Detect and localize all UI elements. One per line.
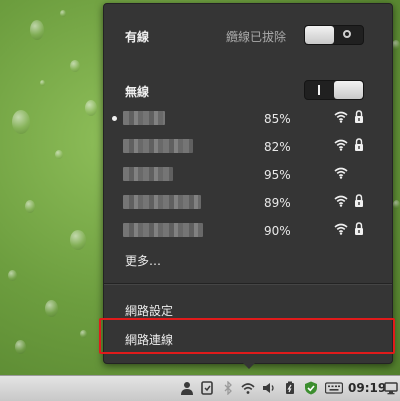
- water-drop: [12, 110, 30, 134]
- lock-icon: [355, 194, 363, 207]
- signal-strength: 89%: [264, 196, 291, 210]
- wired-section-title: 有線: [125, 30, 150, 44]
- signal-strength: 90%: [264, 224, 291, 238]
- volume-icon[interactable]: [262, 381, 276, 395]
- switch-knob: [305, 26, 334, 44]
- water-drop: [393, 200, 400, 209]
- network-name: [123, 111, 165, 125]
- connected-indicator: [112, 116, 117, 121]
- lock-icon: [355, 110, 363, 123]
- annotation-highlight-box: [99, 318, 395, 354]
- water-drop: [55, 150, 63, 159]
- wireless-section-title: 無線: [125, 85, 150, 99]
- network-row[interactable]: 85%: [104, 105, 392, 133]
- lock-icon: [355, 222, 363, 235]
- menu-pointer: [241, 361, 257, 369]
- water-drop: [40, 80, 45, 86]
- water-drop: [70, 60, 80, 72]
- network-row[interactable]: 82%: [104, 133, 392, 161]
- shield-icon[interactable]: [304, 381, 318, 395]
- signal-strength: 82%: [264, 140, 291, 154]
- signal-strength: 95%: [264, 168, 291, 182]
- menu-divider: [104, 283, 392, 285]
- clock[interactable]: 09:19: [348, 381, 386, 395]
- wireless-toggle-switch[interactable]: [304, 80, 364, 100]
- water-drop: [85, 100, 97, 116]
- user-icon[interactable]: [180, 381, 194, 395]
- wifi-signal-icon: [334, 167, 348, 179]
- keyboard-icon[interactable]: [325, 381, 343, 395]
- wifi-signal-icon: [334, 195, 348, 207]
- wifi-signal-icon: [334, 111, 348, 123]
- water-drop: [30, 20, 44, 40]
- water-drop: [70, 230, 86, 250]
- clipboard-icon[interactable]: [200, 381, 214, 395]
- network-menu: 有線 纜線已拔除 無線 85% 82% 95% 89% 90% 更多… 網路設定…: [103, 3, 393, 364]
- water-drop: [60, 10, 66, 17]
- switch-on-mark: [318, 85, 320, 95]
- bluetooth-icon[interactable]: [221, 381, 235, 395]
- wifi-signal-icon: [334, 139, 348, 151]
- water-drop: [25, 200, 35, 213]
- water-drop: [80, 330, 87, 338]
- more-networks-item[interactable]: 更多…: [125, 252, 161, 269]
- signal-strength: 85%: [264, 112, 291, 126]
- water-drop: [15, 340, 26, 354]
- wired-toggle-switch[interactable]: [304, 25, 364, 45]
- switch-off-mark: [343, 30, 351, 38]
- network-name: [123, 139, 193, 153]
- network-row[interactable]: 95%: [104, 161, 392, 189]
- display-icon[interactable]: [384, 381, 398, 395]
- network-name: [123, 223, 203, 237]
- wifi-signal-icon: [334, 223, 348, 235]
- network-settings-item[interactable]: 網路設定: [125, 302, 173, 319]
- taskbar: 09:19: [0, 375, 400, 401]
- network-name: [123, 195, 201, 209]
- water-drop: [45, 300, 58, 317]
- water-drop: [8, 270, 17, 281]
- lock-icon: [355, 138, 363, 151]
- network-icon[interactable]: [241, 381, 255, 395]
- network-name: [123, 167, 173, 181]
- battery-icon[interactable]: [283, 381, 297, 395]
- network-row[interactable]: 90%: [104, 217, 392, 245]
- switch-knob: [334, 81, 363, 99]
- water-drop: [392, 40, 400, 50]
- wired-status-text: 纜線已拔除: [226, 30, 287, 44]
- network-row[interactable]: 89%: [104, 189, 392, 217]
